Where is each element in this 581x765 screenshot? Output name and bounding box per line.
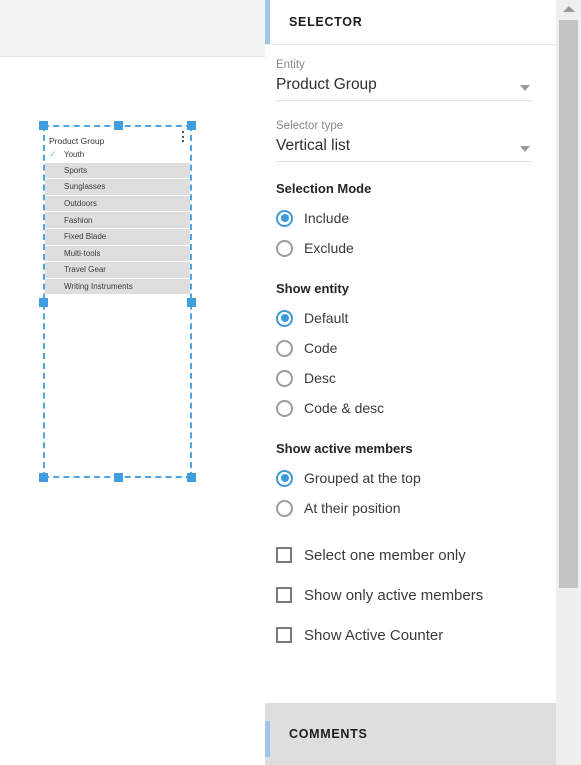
- selector-type-value: Vertical list: [276, 137, 351, 154]
- resize-handle-bottom-center[interactable]: [113, 473, 123, 482]
- checkbox-select-one-member-only[interactable]: Select one member only: [276, 535, 532, 575]
- chevron-down-icon[interactable]: [520, 146, 530, 152]
- comments-title: COMMENTS: [289, 727, 368, 741]
- radio-option-grouped-at-the-top[interactable]: Grouped at the top: [276, 463, 532, 493]
- radio-icon[interactable]: [276, 339, 293, 357]
- entity-field: Entity Product Group: [276, 59, 532, 101]
- section-accent-bar: [265, 0, 270, 44]
- scrollbar-thumb[interactable]: [559, 20, 578, 588]
- radio-icon-selected[interactable]: [276, 469, 293, 487]
- checkbox-icon[interactable]: [276, 627, 292, 643]
- resize-handle-bottom-right[interactable]: [187, 473, 196, 482]
- resize-handle-bottom-left[interactable]: [39, 473, 48, 482]
- comments-section-header[interactable]: COMMENTS: [265, 703, 556, 765]
- panel-scrollbar[interactable]: [556, 0, 581, 765]
- radio-icon-selected[interactable]: [276, 209, 293, 227]
- checkbox-show-only-active-members[interactable]: Show only active members: [276, 575, 532, 615]
- resize-handle-middle-left[interactable]: [39, 297, 48, 307]
- section-accent-bar: [265, 721, 270, 757]
- resize-handle-top-center[interactable]: [113, 121, 123, 130]
- design-canvas[interactable]: Product Group ✓ Youth Sports Sunglasses …: [0, 0, 265, 765]
- radio-label: Grouped at the top: [304, 470, 421, 486]
- selector-type-field: Selector type Vertical list: [276, 120, 532, 162]
- radio-option-include[interactable]: Include: [276, 203, 532, 233]
- entity-dropdown[interactable]: Product Group: [276, 76, 532, 101]
- checkbox-label: Show Active Counter: [304, 626, 444, 644]
- radio-option-at-their-position[interactable]: At their position: [276, 493, 532, 523]
- radio-icon-selected[interactable]: [276, 309, 293, 327]
- properties-panel: SELECTOR Entity Product Group Selector t…: [265, 0, 581, 765]
- checkbox-show-active-counter[interactable]: Show Active Counter: [276, 615, 532, 655]
- radio-option-exclude[interactable]: Exclude: [276, 233, 532, 263]
- resize-handle-middle-right[interactable]: [187, 297, 196, 307]
- resize-handle-top-left[interactable]: [39, 121, 48, 130]
- show-entity-title: Show entity: [276, 281, 349, 296]
- selector-title: SELECTOR: [289, 15, 363, 29]
- entity-label: Entity: [276, 59, 305, 71]
- radio-label: Include: [304, 210, 350, 226]
- radio-label: At their position: [304, 500, 401, 516]
- scroll-up-button[interactable]: [556, 0, 581, 18]
- entity-value: Product Group: [276, 76, 377, 93]
- checkbox-group: Select one member only Show only active …: [276, 535, 532, 655]
- selector-section-header[interactable]: SELECTOR: [265, 0, 556, 45]
- selector-type-label: Selector type: [276, 120, 344, 132]
- radio-label: Code & desc: [304, 400, 385, 416]
- canvas-top-bar: [0, 0, 265, 57]
- checkbox-label: Select one member only: [304, 546, 466, 564]
- radio-icon[interactable]: [276, 499, 293, 517]
- checkbox-label: Show only active members: [304, 586, 484, 604]
- radio-label: Exclude: [304, 240, 354, 256]
- radio-option-default[interactable]: Default: [276, 303, 532, 333]
- radio-label: Desc: [304, 370, 336, 386]
- panel-scroll-area: SELECTOR Entity Product Group Selector t…: [265, 0, 556, 765]
- checkbox-icon[interactable]: [276, 547, 292, 563]
- widget-selection-frame[interactable]: [39, 121, 196, 482]
- radio-icon[interactable]: [276, 239, 293, 257]
- radio-option-code[interactable]: Code: [276, 333, 532, 363]
- selection-mode-title: Selection Mode: [276, 181, 372, 196]
- radio-label: Default: [304, 310, 349, 326]
- selector-type-dropdown[interactable]: Vertical list: [276, 137, 532, 162]
- radio-label: Code: [304, 340, 338, 356]
- comments-section[interactable]: COMMENTS: [265, 703, 556, 765]
- show-entity-group: Show entity Default Code Desc Code & des…: [276, 281, 532, 423]
- selector-body: Entity Product Group Selector type Verti…: [265, 45, 556, 655]
- chevron-down-icon[interactable]: [520, 85, 530, 91]
- show-active-members-group: Show active members Grouped at the top A…: [276, 441, 532, 523]
- checkbox-icon[interactable]: [276, 587, 292, 603]
- selector-section: SELECTOR Entity Product Group Selector t…: [265, 0, 556, 703]
- arrow-up-icon: [562, 6, 575, 12]
- show-active-members-title: Show active members: [276, 441, 413, 456]
- resize-handle-top-right[interactable]: [187, 121, 196, 130]
- radio-option-desc[interactable]: Desc: [276, 363, 532, 393]
- radio-icon[interactable]: [276, 369, 293, 387]
- selection-mode-group: Selection Mode Include Exclude: [276, 181, 532, 263]
- radio-icon[interactable]: [276, 399, 293, 417]
- radio-option-code-and-desc[interactable]: Code & desc: [276, 393, 532, 423]
